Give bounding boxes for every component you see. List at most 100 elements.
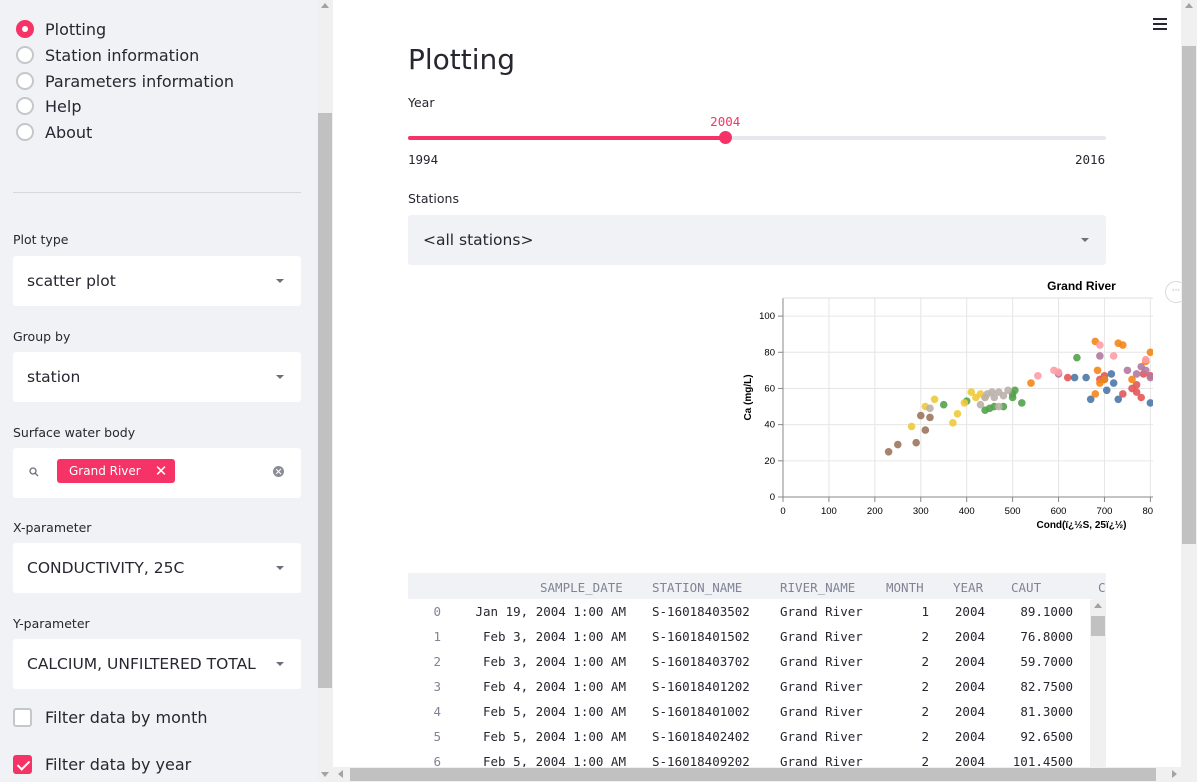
x-tick-label: 100 xyxy=(821,506,837,517)
table-row[interactable]: 1 Feb 3, 2004 1:00 AM S-16018401502 Grand R… xyxy=(408,624,1092,649)
column-header[interactable]: RIVER_NAME xyxy=(780,580,855,595)
table-row[interactable]: 3 Feb 4, 2004 1:00 AM S-16018401202 Grand R… xyxy=(408,674,1092,699)
scroll-up-arrow-icon[interactable] xyxy=(1185,3,1193,8)
table-cell: Feb 5, 2004 1:00 AM xyxy=(483,754,626,767)
row-index: 6 xyxy=(433,754,441,767)
chart-actions-icon[interactable]: ··· xyxy=(1165,281,1181,303)
table-cell: S-16018401502 xyxy=(652,629,750,644)
column-header[interactable]: SAMPLE_DATE xyxy=(540,580,623,595)
scatter-point xyxy=(1063,373,1072,382)
scrollbar-thumb[interactable] xyxy=(1182,46,1196,544)
table-cell: 2004 xyxy=(954,704,985,719)
scatter-point xyxy=(921,426,930,434)
sidebar-scrollbar[interactable] xyxy=(317,0,333,782)
column-header[interactable]: C xyxy=(1098,580,1106,595)
table-cell: 2 xyxy=(921,629,929,644)
table-cell: Feb 3, 2004 1:00 AM xyxy=(483,629,626,644)
nav-radio-station-information[interactable]: Station information xyxy=(16,44,199,66)
table-row[interactable]: 2 Feb 3, 2004 1:00 AM S-16018403702 Grand R… xyxy=(408,649,1092,674)
y-parameter-value: CALCIUM, UNFILTERED TOTAL xyxy=(27,655,256,673)
column-header[interactable]: CAUT xyxy=(1011,580,1041,595)
table-cell: Feb 5, 2004 1:00 AM xyxy=(483,729,626,744)
main-content: Plotting Year 2004 1994 2016 Stations <a… xyxy=(333,0,1181,767)
table-cell: Grand River xyxy=(780,754,863,767)
selected-chip: Grand River ✕ xyxy=(57,459,176,483)
scrollbar-thumb[interactable] xyxy=(350,768,1156,781)
filter-year-checkbox[interactable]: Filter data by year xyxy=(13,753,191,775)
y-parameter-select[interactable]: CALCIUM, UNFILTERED TOTAL xyxy=(13,639,301,689)
scrollbar-thumb[interactable] xyxy=(318,113,332,688)
table-cell: 82.7500 xyxy=(1020,679,1073,694)
chevron-down-icon xyxy=(276,662,284,666)
scatter-point xyxy=(884,447,893,456)
stations-select[interactable]: <all stations> xyxy=(408,215,1106,265)
chip-label: Grand River xyxy=(69,464,141,478)
filter-month-checkbox[interactable]: Filter data by month xyxy=(13,706,207,728)
scroll-down-arrow-icon[interactable] xyxy=(321,772,329,777)
nav-radio-plotting[interactable]: Plotting xyxy=(16,18,106,40)
table-scrollbar[interactable] xyxy=(1090,600,1106,767)
chevron-down-icon xyxy=(276,566,284,570)
plot-type-select[interactable]: scatter plot xyxy=(13,256,301,306)
stations-label: Stations xyxy=(408,191,459,206)
column-header[interactable]: STATION_NAME xyxy=(652,580,742,595)
nav-label: Plotting xyxy=(45,19,107,39)
scatter-point xyxy=(926,404,934,413)
chevron-down-icon xyxy=(276,279,284,283)
table-row[interactable]: 6 Feb 5, 2004 1:00 AM S-16018409202 Grand R… xyxy=(408,749,1092,767)
scrollbar-thumb[interactable] xyxy=(1091,616,1105,636)
table-cell: S-16018409202 xyxy=(652,754,750,767)
page-vertical-scrollbar[interactable] xyxy=(1181,0,1197,767)
x-tick-label: 300 xyxy=(913,506,929,517)
surface-water-body-label: Surface water body xyxy=(13,425,136,440)
y-tick-label: 80 xyxy=(764,347,775,358)
nav-radio-about[interactable]: About xyxy=(16,121,92,143)
scroll-up-arrow-icon[interactable] xyxy=(321,3,329,8)
scatter-point xyxy=(926,413,934,422)
clear-icon[interactable] xyxy=(273,466,284,477)
page-horizontal-scrollbar[interactable] xyxy=(333,767,1197,782)
nav-radio-help[interactable]: Help xyxy=(16,95,81,117)
chevron-down-icon xyxy=(276,375,284,379)
page-title: Plotting xyxy=(408,43,516,76)
table-cell: 76.8000 xyxy=(1020,629,1073,644)
table-cell: Feb 4, 2004 1:00 AM xyxy=(483,679,626,694)
radio-unselected-icon xyxy=(16,123,34,141)
chip-remove-icon[interactable]: ✕ xyxy=(155,463,168,479)
scatter-point xyxy=(1123,366,1132,375)
table-cell: 2004 xyxy=(954,629,985,644)
table-cell: S-16018403702 xyxy=(652,654,750,669)
scatter-point xyxy=(907,422,916,431)
column-header[interactable]: MONTH xyxy=(886,580,924,595)
table-cell: 1 xyxy=(921,604,929,619)
scatter-point xyxy=(1137,393,1145,402)
column-header[interactable]: YEAR xyxy=(953,580,983,595)
scroll-right-arrow-icon[interactable] xyxy=(1172,770,1177,778)
y-tick-label: 100 xyxy=(759,311,775,322)
data-table[interactable]: SAMPLE_DATE STATION_NAME RIVER_NAME MONTH YE… xyxy=(408,573,1106,767)
scroll-up-arrow-icon[interactable] xyxy=(1094,603,1102,608)
slider-thumb[interactable] xyxy=(719,131,733,144)
checkbox-checked-icon xyxy=(13,754,32,774)
table-cell: S-16018401202 xyxy=(652,679,750,694)
nav-label: Station information xyxy=(45,45,200,65)
table-row[interactable]: 5 Feb 5, 2004 1:00 AM S-16018402402 Grand R… xyxy=(408,724,1092,749)
row-index: 3 xyxy=(433,679,441,694)
year-slider-label: Year xyxy=(408,95,435,110)
scatter-point xyxy=(1109,379,1118,387)
x-parameter-select[interactable]: CONDUCTIVITY, 25C xyxy=(13,543,301,593)
nav-radio-parameters-information[interactable]: Parameters information xyxy=(16,70,234,92)
group-by-select[interactable]: station xyxy=(13,352,301,402)
hamburger-menu-icon[interactable] xyxy=(1153,18,1167,32)
surface-water-body-multiselect[interactable]: Grand River ✕ xyxy=(13,448,301,498)
table-cell: 81.3000 xyxy=(1020,704,1073,719)
scatter-point xyxy=(1096,352,1104,360)
table-row[interactable]: 0 Jan 19, 2004 1:00 AM S-16018403502 Grand … xyxy=(408,599,1092,624)
y-tick-label: 60 xyxy=(764,383,775,394)
nav-label: Help xyxy=(45,96,82,116)
table-row[interactable]: 4 Feb 5, 2004 1:00 AM S-16018401002 Grand R… xyxy=(408,699,1092,724)
table-cell: 2004 xyxy=(954,729,985,744)
group-by-value: station xyxy=(27,368,81,386)
year-slider[interactable] xyxy=(408,131,1106,144)
scroll-left-arrow-icon[interactable] xyxy=(338,770,343,778)
